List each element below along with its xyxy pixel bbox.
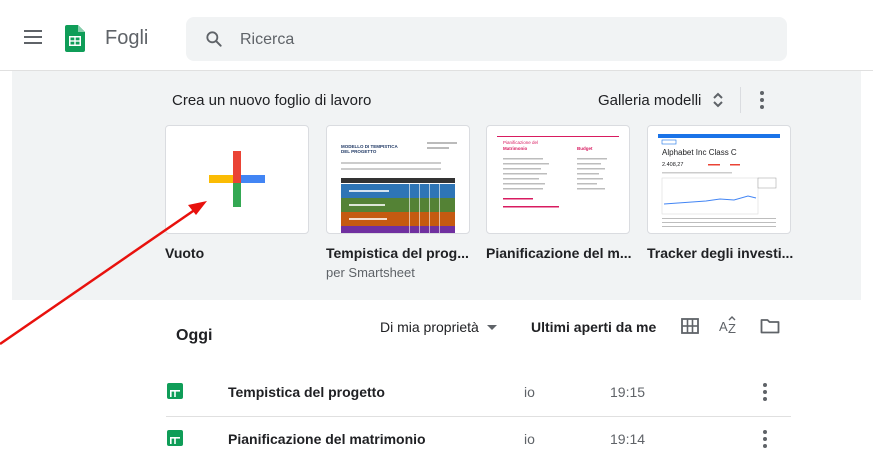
template-name: Pianificazione del m... [486,245,632,261]
file-last-opened: 19:14 [610,431,646,447]
svg-text:Z: Z [728,321,736,336]
app-title[interactable]: Fogli [105,27,148,50]
search-bar[interactable] [186,17,787,61]
file-row[interactable]: Tempistica del progetto io 19:15 [166,372,791,412]
template-name: Tempistica del prog... [326,245,469,261]
sort-last-opened-button[interactable]: Ultimi aperti da me [531,319,656,335]
tracker-thumb-graphic [658,134,780,227]
file-name[interactable]: Tempistica del progetto [228,384,385,400]
template-card-project-timeline[interactable]: MODELLO DI TEMPISTICA DEL PROGETTO Tempi… [326,125,470,280]
unfold-icon [713,92,724,108]
more-vert-icon[interactable] [760,381,770,403]
grid-view-icon[interactable] [681,318,699,334]
more-vert-icon[interactable] [760,428,770,450]
sheets-file-icon [167,383,183,399]
folder-icon[interactable] [760,318,780,334]
file-row[interactable]: Pianificazione del matrimonio io 19:14 [166,419,791,459]
template-thumbnail[interactable]: Alphabet Inc Class C 2.408,27 [647,125,791,234]
more-vert-icon[interactable] [757,88,767,112]
template-name: Vuoto [165,245,205,261]
search-icon[interactable] [204,29,224,49]
svg-text:A: A [719,319,728,334]
plus-icon [209,151,265,207]
gallery-label: Galleria modelli [598,91,702,109]
section-title-today: Oggi [176,327,213,344]
template-name: Tracker degli investi... [647,245,794,261]
template-thumbnail[interactable] [165,125,309,234]
template-card-blank[interactable]: Vuoto [165,125,309,261]
dropdown-arrow-icon [486,324,497,330]
file-owner: io [524,384,535,400]
template-gallery-button[interactable]: Galleria modelli [598,91,725,109]
owner-filter-dropdown[interactable]: Di mia proprietà [380,319,497,335]
owner-filter-label: Di mia proprietà [380,319,479,335]
vertical-divider [740,87,741,113]
wedding-thumb-graphic [497,136,619,208]
search-input[interactable] [238,28,762,52]
sheets-logo-icon[interactable] [65,25,85,52]
template-heading: Crea un nuovo foglio di lavoro [172,92,372,109]
file-owner: io [524,431,535,447]
row-divider [166,416,791,417]
template-gallery: Crea un nuovo foglio di lavoro Galleria … [12,71,861,300]
app-header: Fogli [0,0,873,72]
file-last-opened: 19:15 [610,384,646,400]
template-subtitle: per Smartsheet [326,265,415,280]
hamburger-icon[interactable] [24,30,42,44]
sheets-file-icon [167,430,183,446]
timeline-thumb-graphic [341,142,457,233]
template-thumbnail[interactable]: MODELLO DI TEMPISTICA DEL PROGETTO [326,125,470,234]
file-name[interactable]: Pianificazione del matrimonio [228,431,426,447]
template-thumbnail[interactable]: Pianificazione del Matrimonio Budget [486,125,630,234]
sort-az-icon[interactable]: A Z [718,316,740,336]
template-card-wedding-planner[interactable]: Pianificazione del Matrimonio Budget Pia… [486,125,631,261]
template-card-investment-tracker[interactable]: Alphabet Inc Class C 2.408,27 Tracker de… [647,125,793,261]
